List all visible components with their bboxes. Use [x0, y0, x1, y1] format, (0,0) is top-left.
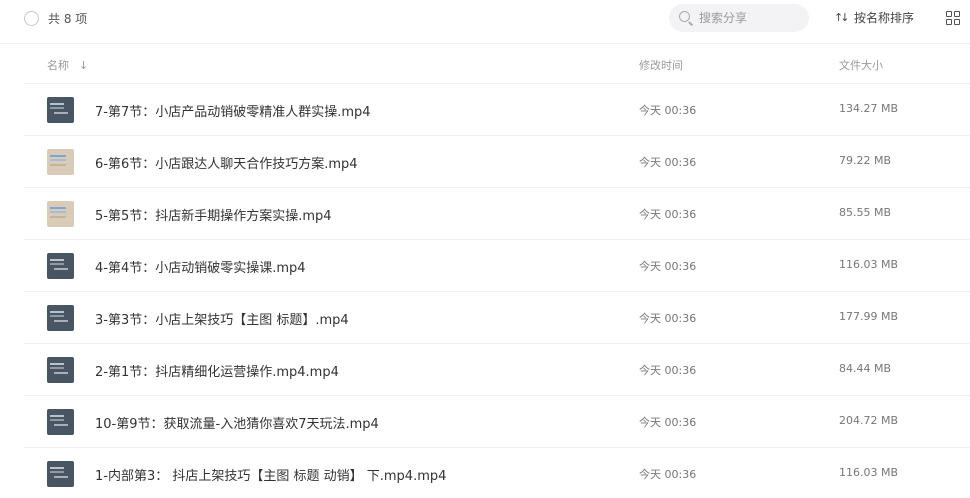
file-row[interactable]: 3-第3节：小店上架技巧【主图 标题】.mp4 今天 00:36 177.99 … — [24, 292, 970, 344]
file-row[interactable]: 1-内部第3： 抖店上架技巧【主图 标题 动销】 下.mp4.mp4 今天 00… — [24, 448, 970, 498]
file-modified: 今天 00:36 — [639, 468, 697, 481]
file-modified: 今天 00:36 — [639, 364, 697, 377]
sort-button[interactable]: 按名称排序 — [834, 9, 914, 27]
column-name-header[interactable]: 名称 ↓ — [47, 57, 88, 73]
sort-label: 按名称排序 — [854, 11, 915, 25]
file-name[interactable]: 4-第4节：小店动销破零实操课.mp4 — [95, 257, 306, 276]
video-thumbnail-icon — [47, 357, 74, 383]
column-modified-header[interactable]: 修改时间 — [639, 57, 683, 73]
file-modified: 今天 00:36 — [639, 104, 697, 117]
file-row[interactable]: 4-第4节：小店动销破零实操课.mp4 今天 00:36 116.03 MB — [24, 240, 970, 292]
file-modified: 今天 00:36 — [639, 260, 697, 273]
search-box[interactable] — [669, 4, 809, 32]
file-size: 204.72 MB — [839, 414, 899, 427]
file-name[interactable]: 2-第1节：抖店精细化运营操作.mp4.mp4 — [95, 361, 339, 380]
file-row[interactable]: 6-第6节：小店跟达人聊天合作技巧方案.mp4 今天 00:36 79.22 M… — [24, 136, 970, 188]
file-size: 116.03 MB — [839, 466, 899, 479]
table-header: 名称 ↓ 修改时间 文件大小 — [24, 44, 970, 84]
file-row[interactable]: 5-第5节：抖店新手期操作方案实操.mp4 今天 00:36 85.55 MB — [24, 188, 970, 240]
search-icon — [679, 11, 690, 22]
toolbar: 共 8 项 按名称排序 — [0, 0, 970, 44]
column-name-label: 名称 — [47, 59, 69, 72]
video-thumbnail-icon — [47, 201, 74, 227]
file-list: 7-第7节：小店产品动销破零精准人群实操.mp4 今天 00:36 134.27… — [24, 84, 970, 498]
file-name[interactable]: 6-第6节：小店跟达人聊天合作技巧方案.mp4 — [95, 153, 358, 172]
file-row[interactable]: 10-第9节：获取流量-入池猜你喜欢7天玩法.mp4 今天 00:36 204.… — [24, 396, 970, 448]
file-name[interactable]: 3-第3节：小店上架技巧【主图 标题】.mp4 — [95, 309, 349, 328]
file-row[interactable]: 7-第7节：小店产品动销破零精准人群实操.mp4 今天 00:36 134.27… — [24, 84, 970, 136]
select-all-checkbox[interactable] — [24, 11, 39, 26]
file-modified: 今天 00:36 — [639, 416, 697, 429]
file-name[interactable]: 10-第9节：获取流量-入池猜你喜欢7天玩法.mp4 — [95, 413, 379, 432]
video-thumbnail-icon — [47, 461, 74, 487]
file-row[interactable]: 2-第1节：抖店精细化运营操作.mp4.mp4 今天 00:36 84.44 M… — [24, 344, 970, 396]
video-thumbnail-icon — [47, 97, 74, 123]
file-name[interactable]: 7-第7节：小店产品动销破零精准人群实操.mp4 — [95, 101, 371, 120]
file-size: 84.44 MB — [839, 362, 892, 375]
video-thumbnail-icon — [47, 253, 74, 279]
file-size: 79.22 MB — [839, 154, 892, 167]
video-thumbnail-icon — [47, 409, 74, 435]
sort-down-icon: ↓ — [79, 58, 89, 72]
file-name[interactable]: 1-内部第3： 抖店上架技巧【主图 标题 动销】 下.mp4.mp4 — [95, 465, 446, 484]
sort-icon — [834, 9, 848, 27]
file-size: 134.27 MB — [839, 102, 899, 115]
file-size: 116.03 MB — [839, 258, 899, 271]
video-thumbnail-icon — [47, 149, 74, 175]
item-count: 共 8 项 — [48, 12, 88, 26]
file-modified: 今天 00:36 — [639, 208, 697, 221]
file-modified: 今天 00:36 — [639, 156, 697, 169]
search-input[interactable] — [699, 9, 799, 27]
file-name[interactable]: 5-第5节：抖店新手期操作方案实操.mp4 — [95, 205, 332, 224]
file-size: 85.55 MB — [839, 206, 892, 219]
file-size: 177.99 MB — [839, 310, 899, 323]
file-modified: 今天 00:36 — [639, 312, 697, 325]
grid-view-icon[interactable] — [946, 11, 960, 25]
column-size-header[interactable]: 文件大小 — [839, 57, 883, 73]
video-thumbnail-icon — [47, 305, 74, 331]
